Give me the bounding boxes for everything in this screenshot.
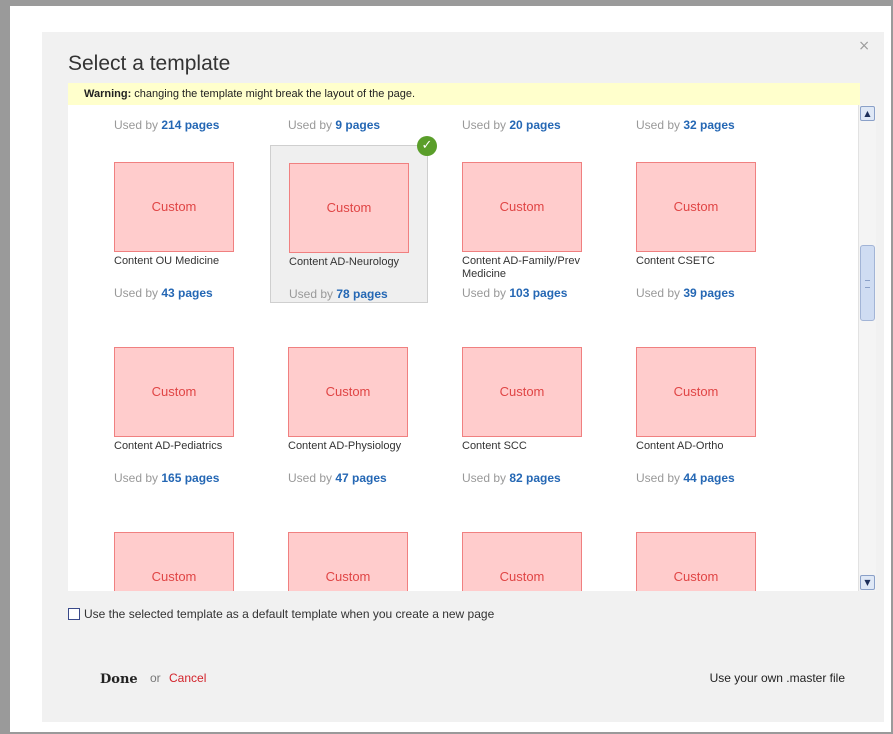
used-by-pages-link[interactable]: 82 pages [509, 471, 560, 485]
used-by-prefix: Used by [289, 287, 337, 301]
template-thumbnail[interactable]: Custom [288, 347, 408, 437]
template-card[interactable]: Custom [618, 515, 776, 591]
template-thumbnail[interactable]: Custom [636, 347, 756, 437]
template-thumbnail[interactable]: Custom [462, 162, 582, 252]
template-thumbnail[interactable]: Custom [462, 347, 582, 437]
template-name: Content AD-Ortho [636, 440, 724, 452]
used-by-count: Used by 39 pages [636, 286, 735, 300]
template-card[interactable]: Custom Content AD-Pediatrics Used by 165 p… [96, 330, 254, 488]
template-name: Content CSETC [636, 255, 715, 267]
used-by-pages-link[interactable]: 103 pages [509, 286, 567, 300]
used-by-prefix: Used by [288, 471, 336, 485]
used-by-count: Used by 47 pages [288, 471, 387, 485]
close-icon[interactable]: × [858, 38, 870, 54]
template-scroll-area[interactable]: Used by 214 pages Used by 9 pages Used by … [68, 105, 876, 591]
template-card[interactable]: Custom Content CSETC Used by 39 pages [618, 145, 776, 303]
used-by-count: Used by 103 pages [462, 286, 567, 300]
used-by-prefix: Used by [636, 286, 684, 300]
used-by-prefix: Used by [462, 286, 510, 300]
or-text: or [150, 671, 161, 685]
template-name: Content AD-Neurology [289, 256, 400, 268]
template-name: Content SCC [462, 440, 527, 452]
used-by-count: Used by 165 pages [114, 471, 219, 485]
template-name: Content OU Medicine [114, 255, 220, 267]
template-grid: Used by 214 pages Used by 9 pages Used by … [68, 105, 858, 591]
default-template-label[interactable]: Use the selected template as a default t… [84, 607, 494, 621]
arrow-up-icon[interactable]: ▲ [860, 106, 875, 121]
check-icon: ✓ [417, 136, 437, 156]
template-thumbnail[interactable]: Custom [636, 162, 756, 252]
used-by-pages-link[interactable]: 214 pages [161, 118, 219, 132]
cancel-link[interactable]: Cancel [169, 671, 206, 685]
template-card[interactable]: Custom Content OU Medicine Used by 43 page… [96, 145, 254, 303]
template-card[interactable]: Custom Content AD-Physiology Used by 47 pa… [270, 330, 428, 488]
template-name: Content AD-Physiology [288, 440, 402, 452]
used-by-count: Used by 214 pages [114, 118, 219, 132]
template-card[interactable]: Custom [270, 515, 428, 591]
used-by-prefix: Used by [636, 118, 684, 132]
template-card[interactable]: Custom Content AD-Family/Prev Medicine Use… [444, 145, 602, 303]
used-by-pages-link[interactable]: 9 pages [335, 118, 380, 132]
select-template-dialog: × Select a template Warning: changing th… [42, 32, 884, 722]
used-by-pages-link[interactable]: 78 pages [336, 287, 387, 301]
warning-banner: Warning: changing the template might bre… [68, 83, 860, 105]
template-name: Content AD-Pediatrics [114, 440, 223, 452]
used-by-prefix: Used by [288, 118, 336, 132]
used-by-pages-link[interactable]: 44 pages [683, 471, 734, 485]
used-by-count: Used by 82 pages [462, 471, 561, 485]
used-by-prefix: Used by [462, 471, 510, 485]
used-by-prefix: Used by [114, 286, 162, 300]
used-by-pages-link[interactable]: 20 pages [509, 118, 560, 132]
template-thumbnail[interactable]: Custom [462, 532, 582, 591]
used-by-pages-link[interactable]: 47 pages [335, 471, 386, 485]
done-button[interactable]: Done [100, 672, 138, 687]
used-by-prefix: Used by [114, 471, 162, 485]
used-by-count: Used by 44 pages [636, 471, 735, 485]
used-by-pages-link[interactable]: 165 pages [161, 471, 219, 485]
used-by-prefix: Used by [636, 471, 684, 485]
used-by-count: Used by 32 pages [636, 118, 735, 132]
template-card[interactable]: Custom [96, 515, 254, 591]
vertical-scrollbar[interactable]: ▲ ▼ [858, 105, 876, 591]
template-thumbnail[interactable]: Custom [114, 532, 234, 591]
template-card[interactable]: Custom [444, 515, 602, 591]
used-by-pages-link[interactable]: 43 pages [161, 286, 212, 300]
warning-label: Warning: [84, 88, 132, 100]
dialog-title: Select a template [68, 52, 231, 75]
template-thumbnail[interactable]: Custom [114, 347, 234, 437]
page-frame: × Select a template Warning: changing th… [10, 6, 891, 732]
use-master-file-link[interactable]: Use your own .master file [710, 671, 845, 685]
used-by-pages-link[interactable]: 32 pages [683, 118, 734, 132]
used-by-count: Used by 78 pages [289, 287, 388, 301]
warning-text: changing the template might break the la… [131, 88, 415, 100]
template-thumbnail[interactable]: Custom [636, 532, 756, 591]
used-by-count: Used by 43 pages [114, 286, 213, 300]
used-by-prefix: Used by [462, 118, 510, 132]
template-thumbnail[interactable]: Custom [114, 162, 234, 252]
scrollbar-thumb[interactable] [860, 245, 875, 321]
default-template-checkbox[interactable] [68, 608, 80, 620]
template-name: Content AD-Family/Prev Medicine [462, 255, 580, 280]
used-by-count: Used by 9 pages [288, 118, 380, 132]
arrow-down-icon[interactable]: ▼ [860, 575, 875, 590]
template-card[interactable]: Custom Content AD-Ortho Used by 44 pages [618, 330, 776, 488]
template-card[interactable]: Custom Content AD-Neurology Used by 78 pag… [270, 136, 437, 303]
used-by-count: Used by 20 pages [462, 118, 561, 132]
used-by-pages-link[interactable]: 39 pages [683, 286, 734, 300]
template-card[interactable]: Custom Content SCC Used by 82 pages [444, 330, 602, 488]
template-thumbnail[interactable]: Custom [288, 532, 408, 591]
template-thumbnail[interactable]: Custom [289, 163, 409, 253]
used-by-prefix: Used by [114, 118, 162, 132]
